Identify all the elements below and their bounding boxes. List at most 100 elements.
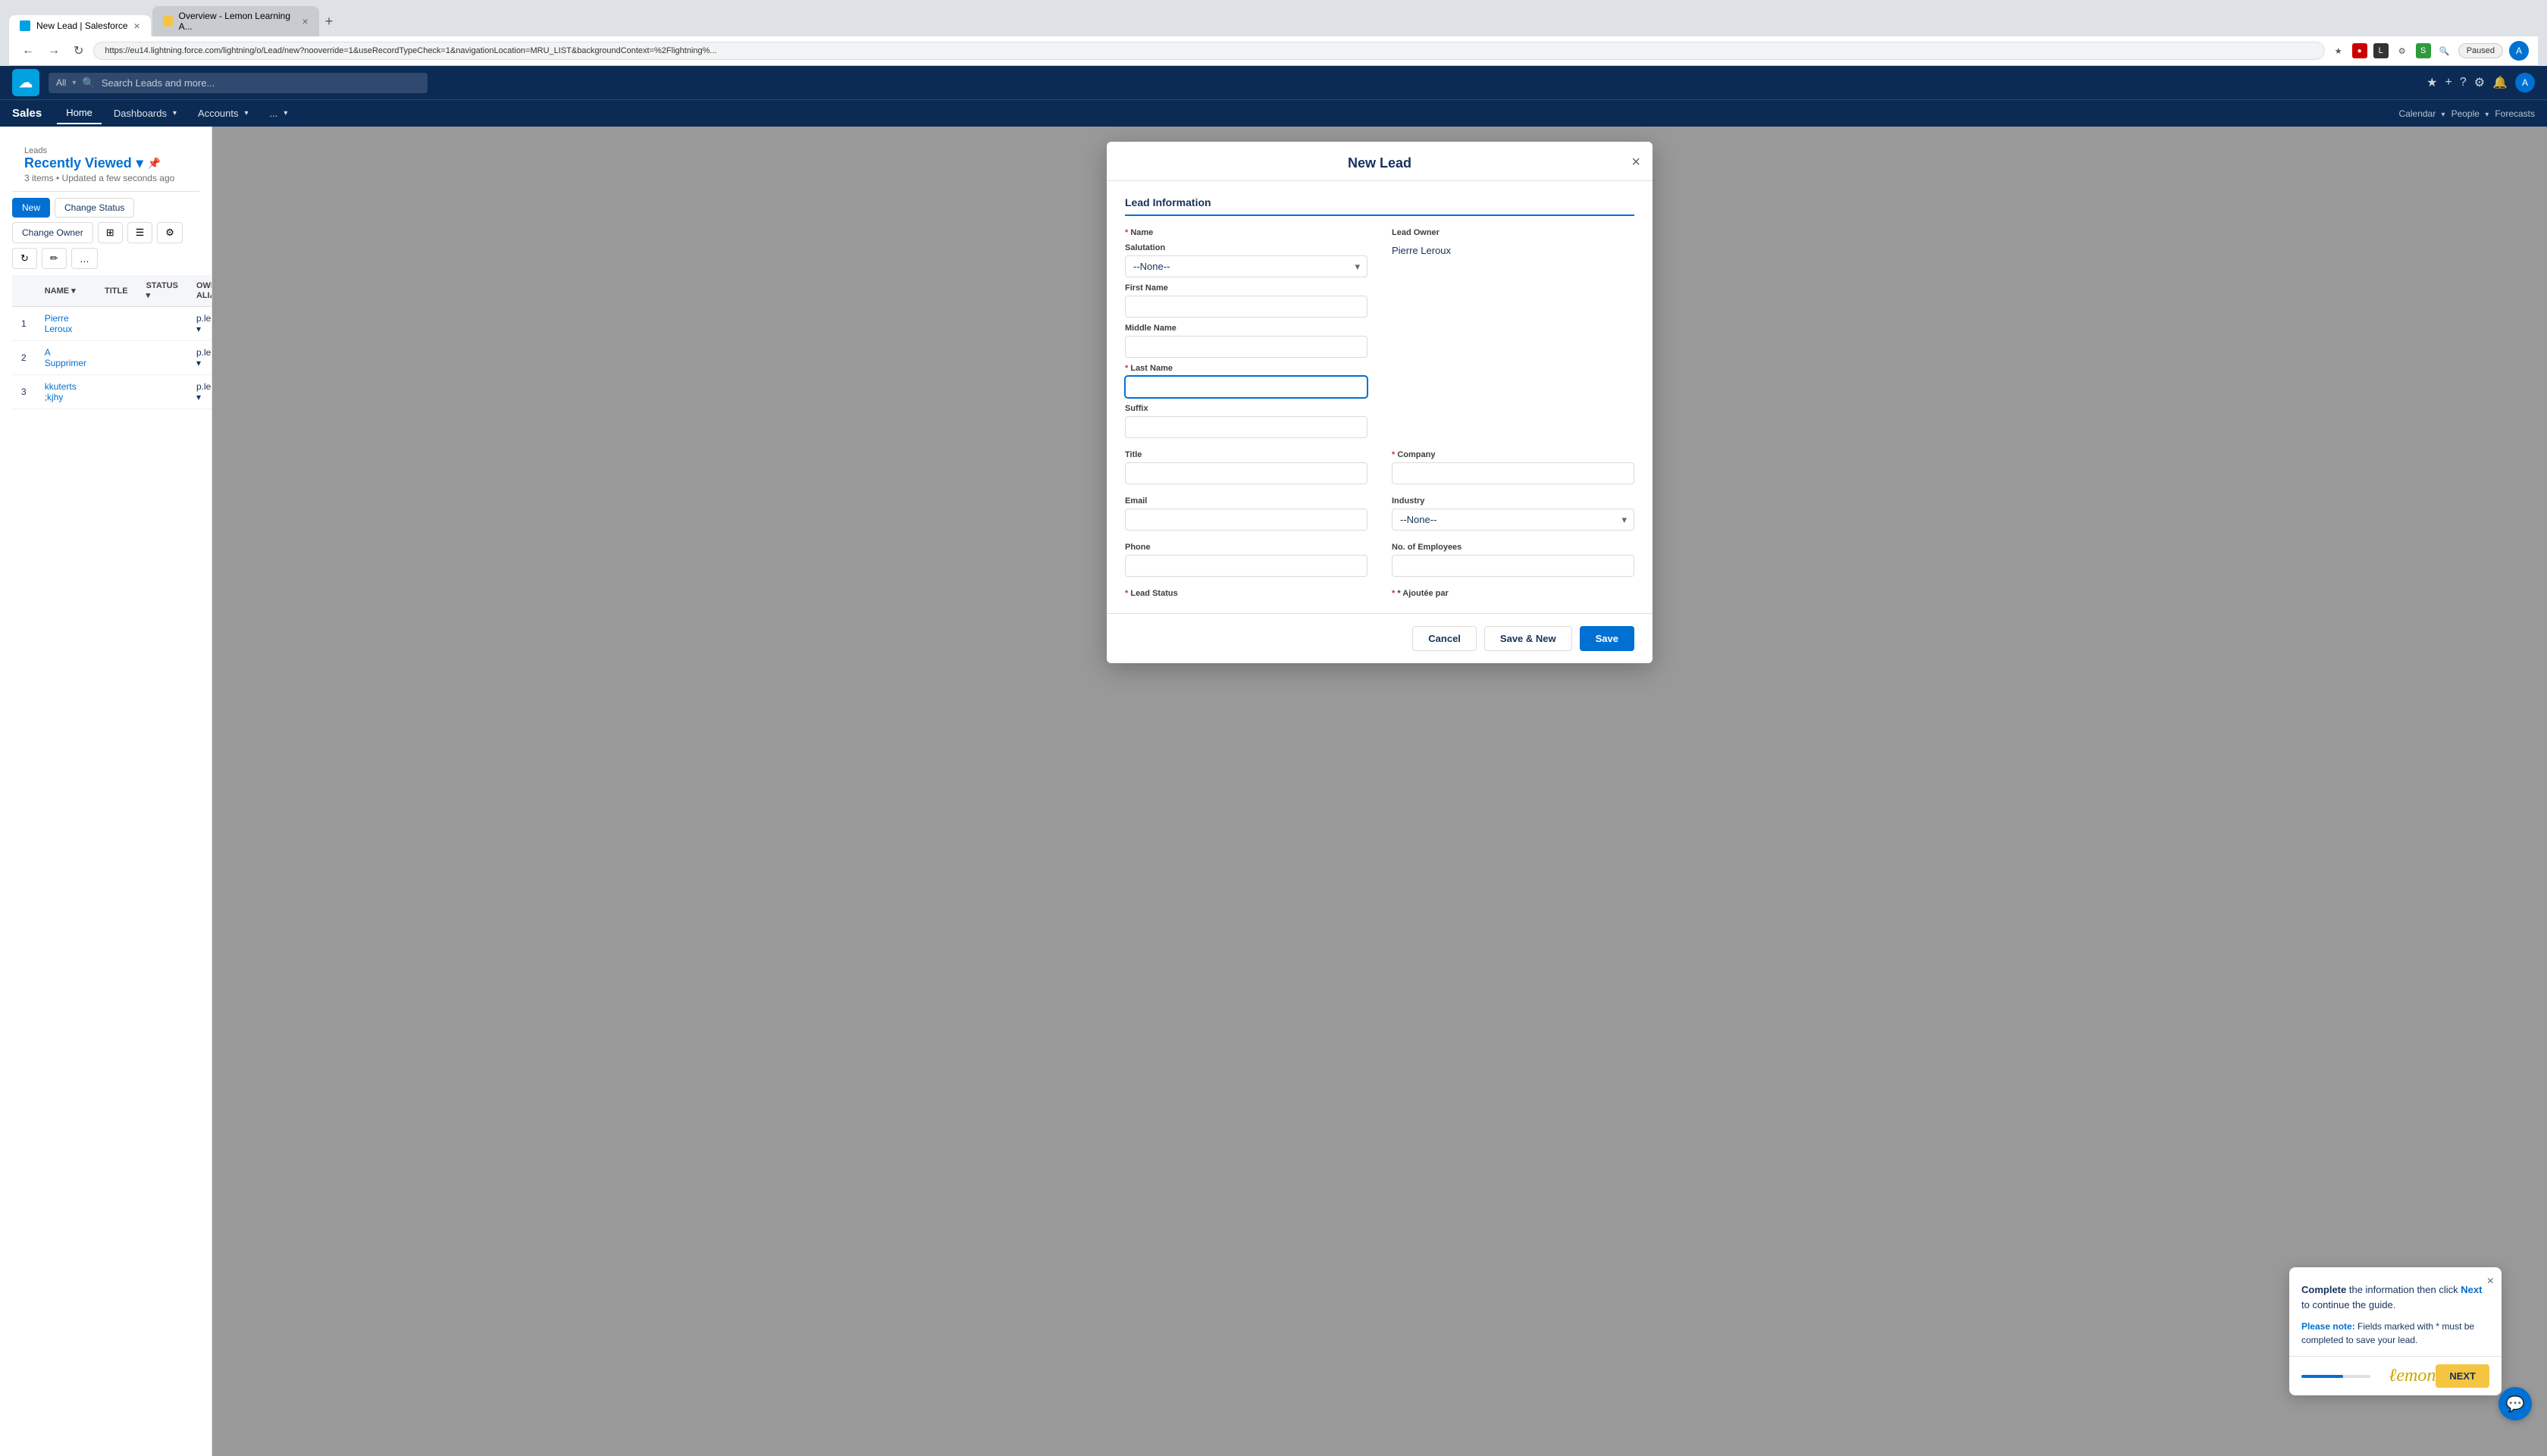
tab-lemon-close[interactable]: × [302, 15, 309, 27]
change-status-btn[interactable]: Change Status [55, 198, 134, 218]
col-name[interactable]: NAME ▾ [36, 275, 96, 307]
last-name-input[interactable] [1125, 376, 1367, 398]
breadcrumb: Leads [24, 146, 174, 155]
nav-item-accounts[interactable]: Accounts ▾ [189, 103, 258, 124]
lead-link-1[interactable]: Pierre Leroux [45, 313, 73, 334]
added-by-label: * Ajoutée par [1392, 589, 1634, 598]
notifications-icon[interactable]: 🔔 [2492, 75, 2508, 90]
last-name-label: Last Name [1125, 364, 1367, 373]
nav-item-more[interactable]: ... ▾ [261, 103, 297, 124]
first-name-input[interactable] [1125, 296, 1367, 318]
reload-button[interactable]: ↻ [70, 42, 87, 60]
row-name-1[interactable]: Pierre Leroux [36, 307, 96, 341]
email-label: Email [1125, 496, 1367, 506]
change-owner-btn[interactable]: Change Owner [12, 222, 93, 243]
ext-1[interactable]: ● [2352, 43, 2367, 58]
favorites-icon[interactable]: ★ [2426, 75, 2437, 90]
nav-item-dashboards[interactable]: Dashboards ▾ [105, 103, 186, 124]
owner-dropdown-3[interactable]: ▾ [196, 392, 201, 402]
list-view-dropdown-icon[interactable]: ▾ [136, 155, 143, 171]
first-name-label: First Name [1125, 283, 1367, 293]
new-btn[interactable]: New [12, 198, 50, 218]
pin-icon[interactable]: 📌 [148, 157, 161, 170]
lead-link-3[interactable]: kkuterts ;kjhy [45, 381, 77, 402]
row-name-2[interactable]: A Supprimer [36, 341, 96, 375]
guide-note-label: Please note: [2301, 1321, 2355, 1332]
guide-text: Complete the information then click Next… [2301, 1282, 2489, 1312]
suffix-label: Suffix [1125, 404, 1367, 413]
browser-tab-lemon[interactable]: Overview - Lemon Learning A... × [152, 6, 319, 36]
ext-5[interactable]: 🔍 [2437, 43, 2452, 58]
email-group: Email [1125, 496, 1367, 531]
title-input[interactable] [1125, 462, 1367, 484]
salutation-select[interactable]: --None-- Mr. Ms. Mrs. Dr. Prof. [1125, 255, 1367, 277]
guide-popup-close-button[interactable]: × [2487, 1275, 2494, 1288]
nav-calendar[interactable]: Calendar ▾ [2399, 108, 2445, 119]
back-button[interactable]: ← [18, 42, 38, 59]
ext-2[interactable]: L [2373, 43, 2389, 58]
phone-input[interactable] [1125, 555, 1367, 577]
row-name-3[interactable]: kkuterts ;kjhy [36, 375, 96, 409]
col-status[interactable]: STATUS ▾ [137, 275, 187, 307]
row-num-1: 1 [12, 307, 36, 341]
title-group: Title [1125, 450, 1367, 484]
lead-link-2[interactable]: A Supprimer [45, 347, 86, 368]
list-actions: New Change Status Change Owner ⊞ ☰ ⚙ ↻ ✏… [12, 192, 199, 275]
row-owner-2: p.leroux ▾ [187, 341, 212, 375]
new-tab-button[interactable]: + [321, 14, 338, 30]
nav-item-home[interactable]: Home [57, 102, 102, 124]
chatbot-fab[interactable]: 💬 [2498, 1387, 2532, 1420]
nav-people[interactable]: People ▾ [2451, 108, 2489, 119]
ext-3[interactable]: ⚙ [2395, 43, 2410, 58]
user-avatar-sf[interactable]: A [2515, 73, 2535, 92]
email-input[interactable] [1125, 509, 1367, 531]
guide-progress-track [2301, 1375, 2370, 1378]
save-new-button[interactable]: Save & New [1484, 626, 1572, 651]
bookmark-icon[interactable]: ★ [2331, 43, 2346, 58]
employees-input[interactable] [1392, 555, 1634, 577]
modal-body: Lead Information Name Salutation [1107, 181, 1653, 613]
edit-icon-btn[interactable]: ✏ [42, 248, 67, 269]
ext-4[interactable]: S [2416, 43, 2431, 58]
list-view-icon-btn[interactable]: ⊞ [98, 222, 123, 243]
tab-sf-close[interactable]: × [134, 20, 140, 32]
list-view-count: 3 items • Updated a few seconds ago [24, 173, 174, 183]
col-title[interactable]: TITLE [96, 275, 137, 307]
help-icon[interactable]: ? [2460, 76, 2467, 89]
modal-close-button[interactable]: × [1631, 154, 1640, 171]
row-title-2 [96, 341, 137, 375]
filter-icon-btn[interactable]: ⚙ [157, 222, 183, 243]
cancel-button[interactable]: Cancel [1412, 626, 1477, 651]
modal-footer: Cancel Save & New Save [1107, 613, 1653, 663]
browser-icons: ★ ● L ⚙ S 🔍 Paused A [2331, 41, 2529, 61]
add-icon[interactable]: + [2445, 76, 2451, 89]
owner-dropdown-1[interactable]: ▾ [196, 324, 201, 334]
title-label: Title [1125, 450, 1367, 459]
sf-search-inner[interactable]: All ▾ 🔍 [49, 73, 428, 93]
company-input[interactable] [1392, 462, 1634, 484]
suffix-input[interactable] [1125, 416, 1367, 438]
browser-tab-sf[interactable]: New Lead | Salesforce × [9, 15, 151, 36]
paused-button[interactable]: Paused [2458, 43, 2503, 58]
phone-label: Phone [1125, 543, 1367, 552]
middle-name-label: Middle Name [1125, 324, 1367, 333]
owner-dropdown-2[interactable]: ▾ [196, 358, 201, 368]
search-input[interactable] [102, 77, 420, 89]
col-owner[interactable]: OWNER ALIAS ▾ [187, 275, 212, 307]
url-bar[interactable]: https://eu14.lightning.force.com/lightni… [93, 42, 2324, 60]
user-avatar[interactable]: A [2509, 41, 2529, 61]
list-view-header: Leads Recently Viewed ▾ 📌 3 items • Upda… [12, 139, 199, 192]
save-button[interactable]: Save [1580, 626, 1634, 651]
setup-icon[interactable]: ⚙ [2474, 75, 2485, 90]
middle-name-group: Middle Name [1125, 324, 1367, 358]
guide-next-button[interactable]: NEXT [2436, 1364, 2489, 1388]
industry-group: Industry --None-- Technology Finance Hea… [1392, 496, 1634, 531]
table-view-icon-btn[interactable]: ☰ [127, 222, 153, 243]
nav-forecasts[interactable]: Forecasts [2495, 108, 2535, 119]
industry-select[interactable]: --None-- Technology Finance Healthcare O… [1392, 509, 1634, 531]
forward-button[interactable]: → [44, 42, 64, 59]
refresh-icon-btn[interactable]: ↻ [12, 248, 37, 269]
more-icon-btn[interactable]: … [71, 248, 98, 269]
tab-lemon-label: Overview - Lemon Learning A... [179, 11, 296, 32]
middle-name-input[interactable] [1125, 336, 1367, 358]
